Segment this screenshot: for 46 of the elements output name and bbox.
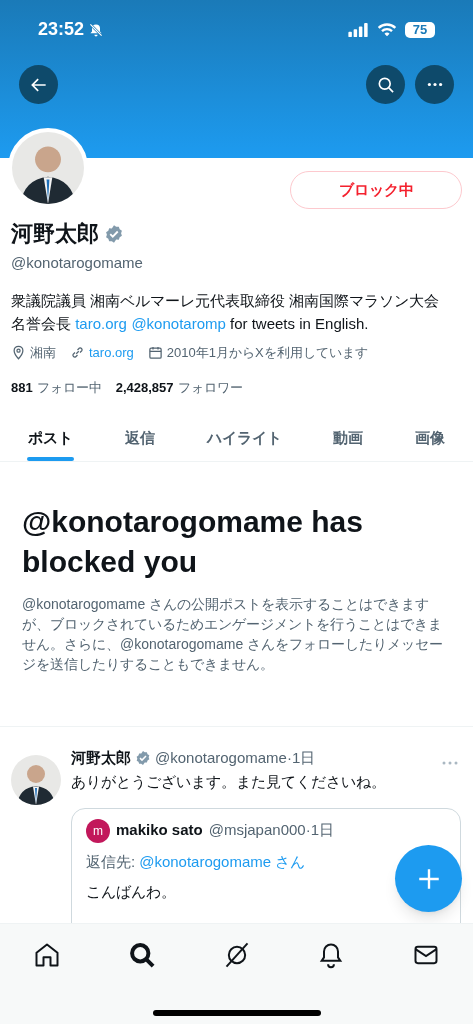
- search-button[interactable]: [366, 65, 405, 104]
- author-name: 河野太郎: [71, 747, 131, 768]
- quote-avatar: m: [86, 818, 110, 843]
- calendar-icon: [147, 344, 163, 360]
- followers-link[interactable]: 2,428,857 フォロワー: [115, 378, 243, 398]
- status-time: 23:52: [38, 18, 85, 41]
- profile-tab[interactable]: 動画: [319, 415, 378, 461]
- following-count: 881: [11, 379, 33, 397]
- profile-tab[interactable]: ポスト: [14, 415, 87, 461]
- profile-location: 湘南: [30, 343, 56, 362]
- signal-icon: [347, 22, 369, 37]
- quote-author-name: makiko sato: [116, 820, 203, 841]
- profile-handle: @konotarogomame: [11, 253, 144, 273]
- blocked-title: @konotarogomame has blocked you: [22, 503, 364, 580]
- post-meta: @konotarogomame·1日: [155, 747, 316, 768]
- bio-link[interactable]: taro.org: [75, 314, 127, 332]
- more-icon: [426, 82, 443, 87]
- more-button[interactable]: [415, 65, 454, 104]
- back-button[interactable]: [19, 65, 58, 104]
- followers-count: 2,428,857: [115, 379, 174, 397]
- link-icon: [70, 344, 85, 360]
- blocked-message: @konotarogomame さんの公開ポストを表示することはできますが、ブロックされているためエンゲージメントを行うことはできません。さらに、@konotarogomame さんをフォローしたりメッセージを送信したりすることもできません。: [22, 594, 445, 674]
- battery-indicator: 75: [405, 21, 435, 38]
- author-avatar[interactable]: [11, 754, 61, 805]
- profile-bio: 衆議院議員 湘南ベルマーレ元代表取締役 湘南国際マラソン大会名誉会長 taro.org @konotaromp for tweets in English.: [11, 290, 441, 334]
- profile-tab[interactable]: ハイライト: [192, 415, 296, 461]
- quote-text: こんばんわ。: [86, 882, 177, 902]
- post-text: ありがとうございます。また見てくださいね。: [71, 772, 387, 792]
- location-pin-icon: [11, 344, 26, 360]
- profile-tab[interactable]: 画像: [401, 415, 459, 461]
- profile-tab[interactable]: 返信: [110, 415, 169, 461]
- reply-to-link[interactable]: @konotarogomame さん: [139, 850, 306, 873]
- followers-label: フォロワー: [177, 379, 243, 397]
- following-label: フォロー中: [36, 379, 102, 397]
- quote-meta: @msjapan000·1日: [208, 820, 334, 841]
- website-link[interactable]: taro.org: [89, 342, 134, 362]
- home-icon[interactable]: [33, 941, 61, 969]
- bio-link[interactable]: @konotaromp: [131, 314, 226, 332]
- joined-date: 2010年1月からXを利用しています: [166, 343, 368, 362]
- profile-name: 河野太郎: [11, 220, 99, 248]
- muted-bell-icon: [88, 21, 105, 38]
- wifi-icon: [377, 22, 397, 37]
- search-icon[interactable]: [127, 941, 156, 969]
- reply-to-label: 返信先:: [86, 851, 136, 872]
- compose-button[interactable]: [395, 845, 462, 912]
- following-link[interactable]: 881 フォロー中: [11, 378, 102, 398]
